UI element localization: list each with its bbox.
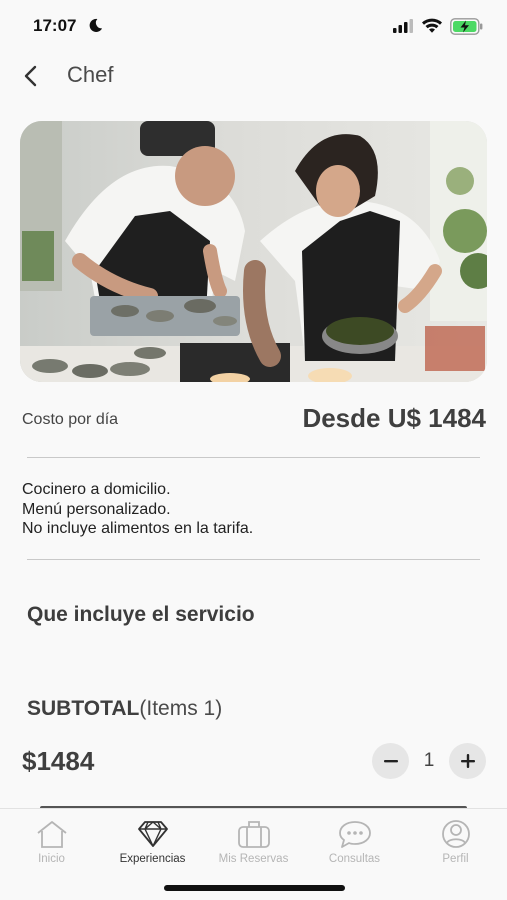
subtotal-heading: SUBTOTAL xyxy=(27,697,140,720)
price-row: Costo por día Desde U$ 1484 xyxy=(22,400,486,440)
subtotal-label: SUBTOTAL(Items 1) xyxy=(27,697,222,721)
tab-perfil[interactable]: Perfil xyxy=(405,819,506,865)
wifi-icon xyxy=(422,18,442,33)
user-icon xyxy=(441,820,470,848)
description-line: No incluye alimentos en la tarifa. xyxy=(22,520,254,537)
tab-label: Inicio xyxy=(38,853,65,865)
chevron-left-icon[interactable] xyxy=(20,62,42,90)
battery-charging-icon xyxy=(450,18,483,35)
home-indicator[interactable] xyxy=(164,885,345,891)
tab-label: Experiencias xyxy=(119,853,186,865)
home-icon xyxy=(36,821,67,848)
tab-label: Mis Reservas xyxy=(218,853,289,865)
description-line: Cocinero a domicilio. xyxy=(22,481,171,498)
quantity-stepper: 1 xyxy=(372,743,486,779)
status-bar: 17:07 xyxy=(0,0,507,54)
increase-quantity-button[interactable] xyxy=(449,743,486,779)
nav-header: Chef xyxy=(0,54,507,98)
tab-mis-reservas[interactable]: Mis Reservas xyxy=(203,819,304,865)
tab-label: Perfil xyxy=(442,853,469,865)
plus-icon xyxy=(460,754,475,768)
tab-inicio[interactable]: Inicio xyxy=(1,819,102,865)
minus-icon xyxy=(383,760,398,763)
price-label: Costo por día xyxy=(22,411,119,428)
hero-image xyxy=(20,121,487,382)
chat-bubble-icon xyxy=(338,821,371,848)
service-description: Cocinero a domicilio. Menú personalizado… xyxy=(22,480,482,539)
diamond-icon xyxy=(137,821,168,847)
subtotal-amount: $1484 xyxy=(22,746,95,776)
divider xyxy=(27,559,480,560)
tab-experiencias[interactable]: Experiencias xyxy=(102,819,203,865)
decrease-quantity-button[interactable] xyxy=(372,743,409,779)
moon-icon xyxy=(89,18,103,32)
tab-label: Consultas xyxy=(328,853,381,865)
page-title: Chef xyxy=(67,62,114,87)
signal-icon xyxy=(393,19,413,33)
tab-consultas[interactable]: Consultas xyxy=(304,819,405,865)
quantity-value: 1 xyxy=(423,750,435,771)
subtotal-items-count: (Items 1) xyxy=(139,697,223,720)
divider xyxy=(27,457,480,458)
price-value: Desde U$ 1484 xyxy=(302,403,486,433)
chefs-preparing-oysters-photo xyxy=(20,121,487,382)
suitcase-icon xyxy=(237,821,270,848)
description-line: Menú personalizado. xyxy=(22,500,171,518)
status-time: 17:07 xyxy=(33,16,77,35)
includes-title: Que incluye el servicio xyxy=(27,603,255,626)
